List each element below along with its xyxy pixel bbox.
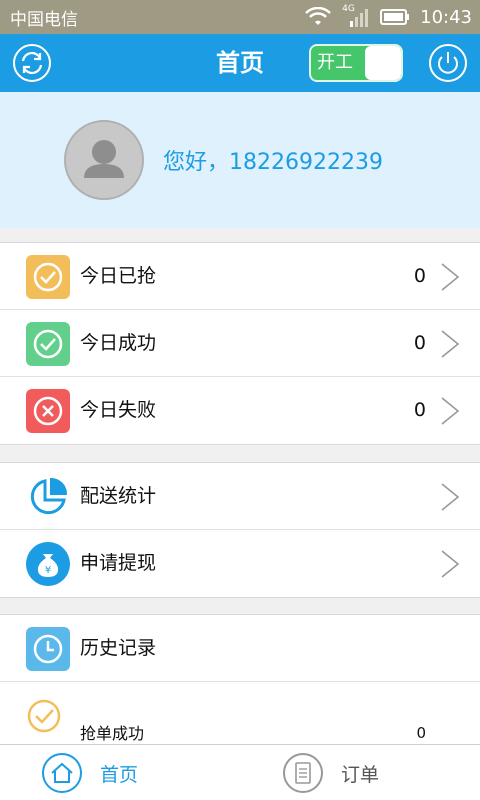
order-icon-ring	[283, 753, 323, 793]
document-icon	[295, 762, 311, 784]
stat-label: 今日成功	[80, 332, 157, 354]
chevron-right-icon	[441, 263, 460, 291]
check-icon	[26, 322, 70, 366]
wifi-icon	[305, 7, 332, 25]
profile-panel: 您好，18226922239	[0, 92, 480, 228]
menu-label: 配送统计	[80, 485, 157, 507]
home-icon-ring	[42, 753, 82, 793]
clock: 10:43	[420, 6, 472, 28]
power-icon[interactable]	[428, 43, 468, 83]
stat-value: 0	[413, 332, 426, 354]
avatar[interactable]	[64, 120, 144, 200]
work-toggle-label: 开工	[317, 52, 353, 73]
chevron-right-icon	[441, 550, 460, 578]
money-bag-icon: ¥	[26, 542, 70, 586]
status-bar: 中国电信 4G 10:43	[0, 0, 480, 34]
menu-list: 配送统计 ¥ 申请提现	[0, 462, 480, 598]
work-toggle[interactable]: 开工	[309, 44, 403, 82]
menu-label: 申请提现	[80, 552, 157, 574]
toggle-knob	[365, 46, 401, 80]
app-header: 首页 开工	[0, 34, 480, 92]
list-item-history[interactable]: 历史记录	[0, 615, 480, 682]
chevron-right-icon	[441, 330, 460, 358]
history-label: 历史记录	[80, 637, 157, 659]
tab-orders[interactable]: 订单	[283, 745, 379, 800]
battery-icon	[380, 9, 410, 25]
stats-list: 今日已抢 0 今日成功 0 今日失败 0	[0, 242, 480, 445]
refresh-icon[interactable]	[12, 43, 52, 83]
tab-home[interactable]: 首页	[42, 745, 138, 800]
greeting-text: 您好，18226922239	[163, 150, 383, 175]
home-icon	[51, 762, 73, 783]
bottom-tab-bar: 首页 订单	[0, 744, 480, 800]
check-icon	[26, 255, 70, 299]
tab-label: 首页	[100, 763, 139, 786]
cross-icon	[26, 389, 70, 433]
list-item-success-today[interactable]: 今日成功 0	[0, 310, 480, 377]
stat-label: 今日失败	[80, 399, 157, 421]
list-item-grabbed-today[interactable]: 今日已抢 0	[0, 243, 480, 310]
chevron-right-icon	[441, 397, 460, 425]
stat-value: 0	[413, 399, 426, 421]
check-circle-icon	[27, 699, 61, 733]
list-item-delivery-stats[interactable]: 配送统计	[0, 463, 480, 530]
chevron-right-icon	[441, 483, 460, 511]
stat-label: 今日已抢	[80, 265, 157, 287]
stat-value: 0	[413, 265, 426, 287]
signal-icon	[350, 9, 369, 27]
list-item-failed-today[interactable]: 今日失败 0	[0, 377, 480, 444]
pie-chart-icon	[30, 477, 68, 515]
list-item-grab-success[interactable]: 抢单成功 0	[0, 682, 480, 749]
tab-label: 订单	[341, 763, 380, 786]
svg-text:¥: ¥	[45, 565, 51, 576]
list-item-withdraw[interactable]: ¥ 申请提现	[0, 530, 480, 597]
page-title: 首页	[216, 49, 264, 77]
user-icon	[84, 140, 124, 178]
clock-icon	[26, 627, 70, 671]
carrier-name: 中国电信	[10, 9, 78, 30]
history-section: 历史记录 抢单成功 0	[0, 614, 480, 749]
